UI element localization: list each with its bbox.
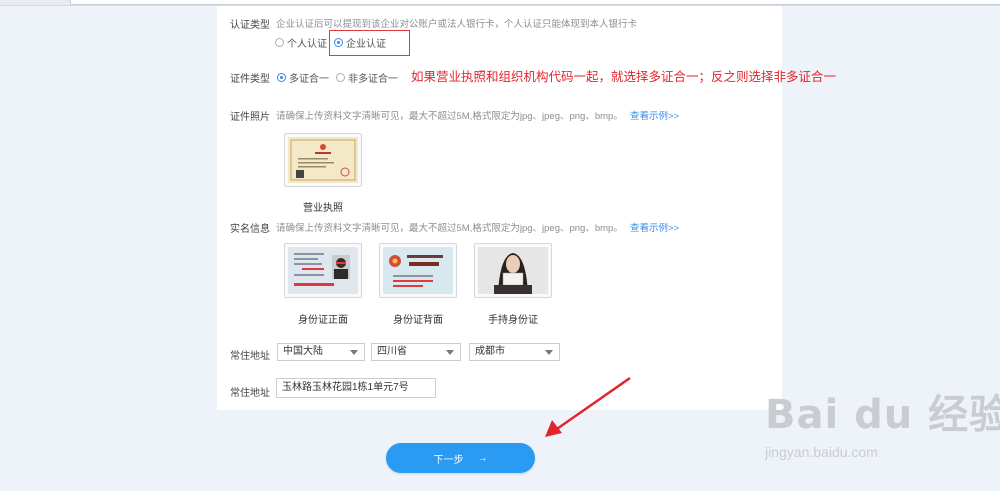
cert-type-label: 认证类型 (230, 20, 270, 31)
city-value: 成都市 (475, 346, 505, 357)
radio-personal[interactable]: 个人认证 (275, 35, 327, 50)
id-front-image (288, 247, 358, 294)
next-step-label: 下一步 (433, 454, 464, 466)
id-type-label: 证件类型 (230, 74, 270, 85)
cert-photo-example-link[interactable]: 查看示例>> (630, 108, 679, 122)
business-license-upload[interactable] (284, 133, 362, 187)
chevron-down-icon (545, 350, 553, 355)
radio-multi-cert-circle[interactable] (277, 73, 286, 82)
handheld-id-image (478, 247, 548, 294)
chevron-down-icon (446, 350, 454, 355)
city-select[interactable]: 成都市 (469, 343, 560, 361)
province-select[interactable]: 四川省 (371, 343, 461, 361)
radio-non-multi-cert[interactable]: 非多证合一 (336, 70, 398, 85)
handheld-id-caption: 手持身份证 (488, 315, 538, 326)
id-back-image (383, 247, 453, 294)
street-label: 常住地址 (230, 388, 270, 399)
realname-example-link[interactable]: 查看示例>> (630, 220, 679, 234)
handheld-id-upload[interactable] (474, 243, 552, 298)
red-annotation: 如果营业执照和组织机构代码一起，就选择多证合一；反之则选择非多证合一 (411, 70, 837, 84)
radio-personal-label: 个人认证 (287, 39, 327, 50)
chevron-down-icon (350, 350, 358, 355)
province-value: 四川省 (377, 346, 407, 357)
watermark-url: jingyan.baidu.com (765, 444, 878, 460)
watermark-brand: Bai du 经验 (765, 392, 1000, 438)
cert-type-hint: 企业认证后可以提现到该企业对公账户或法人银行卡，个人认证只能体现到本人银行卡 (276, 19, 638, 30)
arrow-right-icon: → (477, 452, 488, 464)
radio-multi-cert-label: 多证合一 (289, 74, 329, 85)
street-input[interactable]: 玉林路玉林花园1栋1单元7号 (276, 378, 436, 398)
next-step-button[interactable]: 下一步 → (386, 443, 535, 473)
address-label: 常住地址 (230, 351, 270, 362)
cert-photo-label: 证件照片 (230, 112, 270, 123)
realname-hint: 请确保上传资料文字清晰可见，最大不超过5M,格式限定为jpg、jpeg、png、… (276, 223, 623, 234)
baidu-jingyan-watermark: Bai du 经验 jingyan.baidu.com (765, 382, 1000, 460)
business-license-image (288, 137, 358, 183)
radio-multi-cert[interactable]: 多证合一 (277, 70, 329, 85)
id-front-upload[interactable] (284, 243, 362, 298)
radio-non-multi-cert-circle[interactable] (336, 73, 345, 82)
address-bar-edge (70, 0, 1000, 5)
radio-personal-circle[interactable] (275, 38, 284, 47)
business-license-caption: 营业执照 (303, 203, 343, 214)
country-value: 中国大陆 (283, 346, 323, 357)
red-arrow-icon (545, 376, 631, 437)
country-select[interactable]: 中国大陆 (277, 343, 365, 361)
highlight-box (329, 30, 410, 56)
realname-label: 实名信息 (230, 224, 270, 235)
id-front-caption: 身份证正面 (298, 315, 348, 326)
radio-non-multi-cert-label: 非多证合一 (348, 74, 398, 85)
id-back-upload[interactable] (379, 243, 457, 298)
id-back-caption: 身份证背面 (393, 315, 443, 326)
cert-photo-hint: 请确保上传资料文字清晰可见，最大不超过5M,格式限定为jpg、jpeg、png、… (276, 111, 623, 122)
